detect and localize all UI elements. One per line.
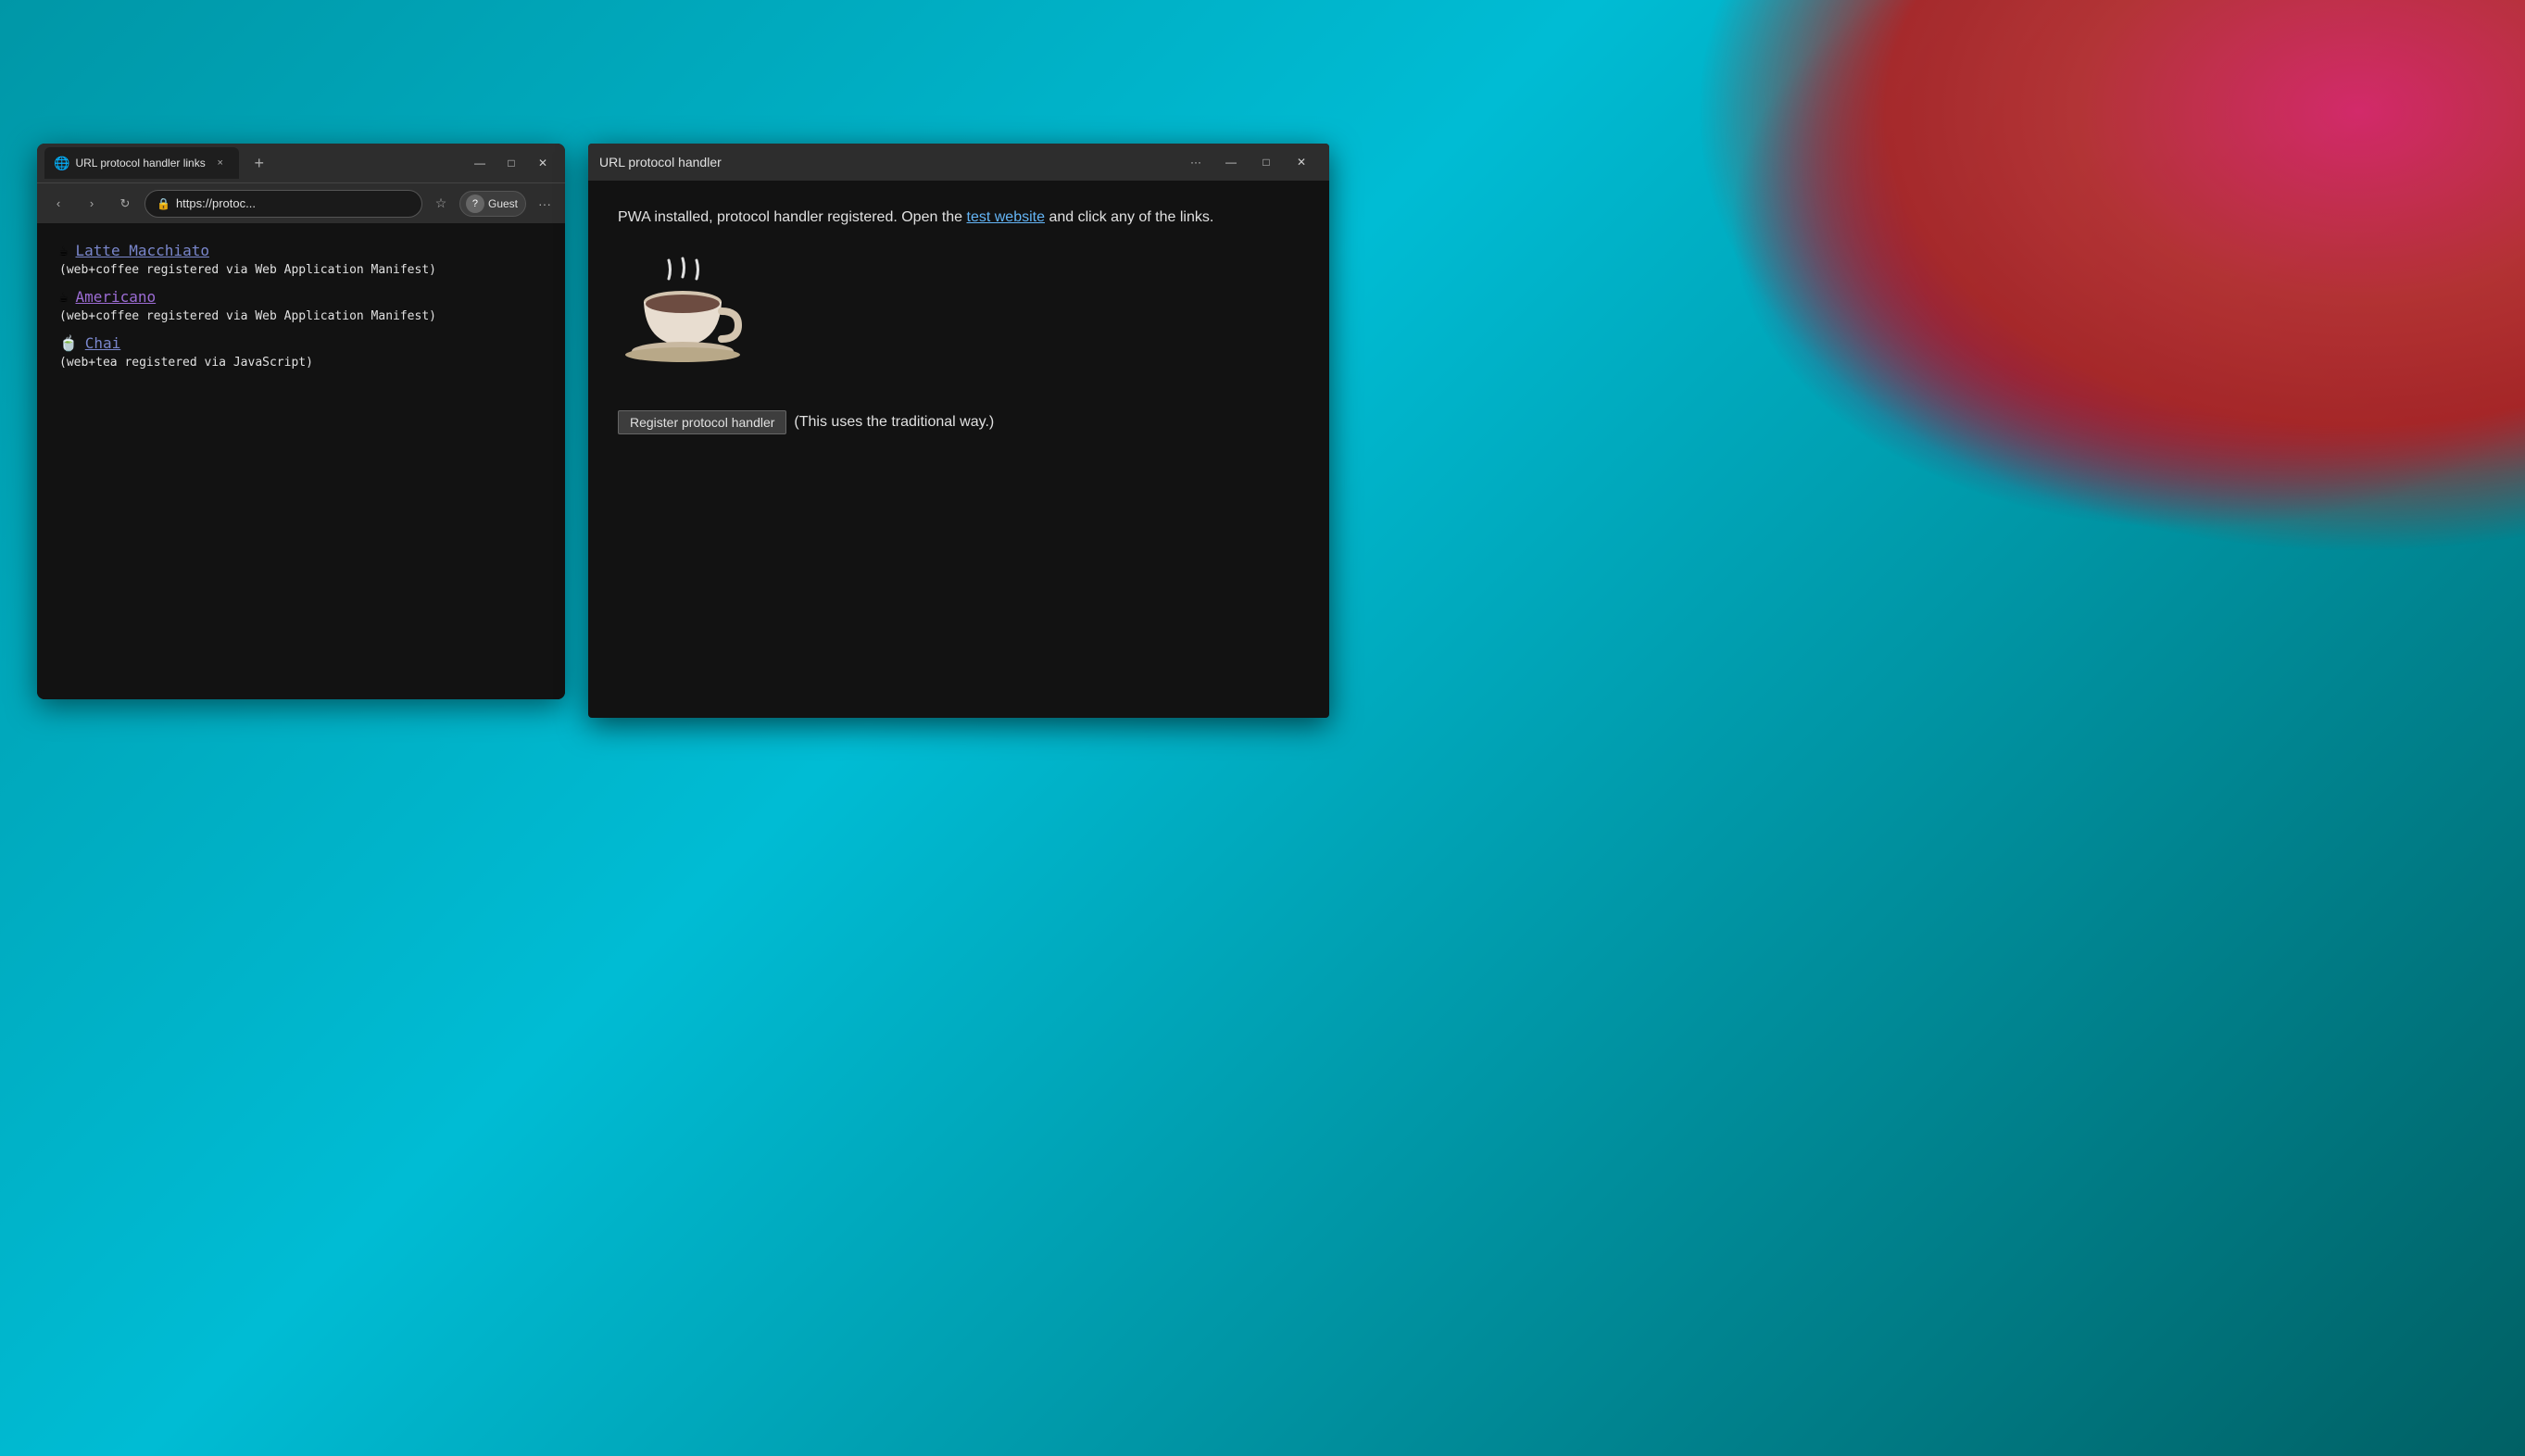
register-row: Register protocol handler (This uses the… [618, 410, 1300, 434]
maximize-button[interactable]: □ [496, 148, 526, 178]
link-item-chai: 🍵 Chai [59, 334, 543, 352]
link-item-latte: ☕ Latte Macchiato [59, 242, 543, 259]
lock-icon: 🔒 [157, 197, 170, 210]
minimize-button[interactable]: — [465, 148, 495, 178]
pwa-maximize-button[interactable]: □ [1250, 145, 1283, 179]
browser-content: ☕ Latte Macchiato (web+coffee registered… [37, 223, 565, 699]
browser-titlebar: 🌐 URL protocol handler links × + — □ ✕ [37, 144, 565, 182]
new-tab-button[interactable]: + [245, 148, 274, 178]
pwa-description: PWA installed, protocol handler register… [618, 207, 1300, 229]
more-options-button[interactable]: ··· [532, 191, 558, 217]
pwa-description-after: and click any of the links. [1045, 209, 1213, 225]
browser-window: 🌐 URL protocol handler links × + — □ ✕ ‹… [37, 144, 565, 699]
pwa-title: URL protocol handler [599, 155, 1179, 169]
tab-title: URL protocol handler links [75, 157, 205, 169]
favorite-button[interactable]: ☆ [428, 191, 454, 217]
pwa-window: URL protocol handler ··· — □ ✕ PWA insta… [588, 144, 1329, 718]
browser-tab[interactable]: 🌐 URL protocol handler links × [44, 147, 239, 179]
test-website-link[interactable]: test website [967, 209, 1045, 225]
americano-link[interactable]: Americano [75, 288, 156, 306]
refresh-button[interactable]: ↻ [111, 190, 139, 218]
chai-link[interactable]: Chai [85, 334, 121, 352]
back-button[interactable]: ‹ [44, 190, 72, 218]
pwa-minimize-button[interactable]: — [1214, 145, 1248, 179]
pwa-window-controls: ··· — □ ✕ [1179, 145, 1318, 179]
register-protocol-handler-button[interactable]: Register protocol handler [618, 410, 786, 434]
americano-emoji-icon: ☕ [59, 288, 69, 306]
pwa-content: PWA installed, protocol handler register… [588, 181, 1329, 718]
coffee-cup-icon [618, 251, 747, 381]
guest-label: Guest [488, 197, 518, 210]
coffee-icon-container [618, 251, 1300, 388]
close-button[interactable]: ✕ [528, 148, 558, 178]
desktop-floral-decoration [1691, 0, 2525, 556]
americano-meta: (web+coffee registered via Web Applicati… [59, 309, 543, 323]
browser-toolbar: ‹ › ↻ 🔒 https://protoc... ☆ ? Guest ··· [37, 182, 565, 223]
pwa-description-before: PWA installed, protocol handler register… [618, 209, 967, 225]
latte-emoji-icon: ☕ [59, 242, 69, 259]
pwa-close-button[interactable]: ✕ [1285, 145, 1318, 179]
latte-macchiato-link[interactable]: Latte Macchiato [75, 242, 209, 259]
link-item-americano: ☕ Americano [59, 288, 543, 306]
pwa-menu-button[interactable]: ··· [1179, 145, 1212, 179]
register-note: (This uses the traditional way.) [794, 411, 994, 433]
guest-profile-button[interactable]: ? Guest [459, 191, 526, 217]
address-text: https://protoc... [176, 196, 410, 210]
tab-favicon-icon: 🌐 [54, 156, 69, 171]
guest-avatar: ? [466, 195, 484, 213]
pwa-titlebar: URL protocol handler ··· — □ ✕ [588, 144, 1329, 181]
forward-button[interactable]: › [78, 190, 106, 218]
window-controls: — □ ✕ [465, 148, 558, 178]
latte-meta: (web+coffee registered via Web Applicati… [59, 263, 543, 277]
chai-meta: (web+tea registered via JavaScript) [59, 356, 543, 370]
chai-emoji-icon: 🍵 [59, 334, 78, 352]
tab-close-button[interactable]: × [211, 154, 230, 172]
address-bar[interactable]: 🔒 https://protoc... [144, 190, 422, 218]
